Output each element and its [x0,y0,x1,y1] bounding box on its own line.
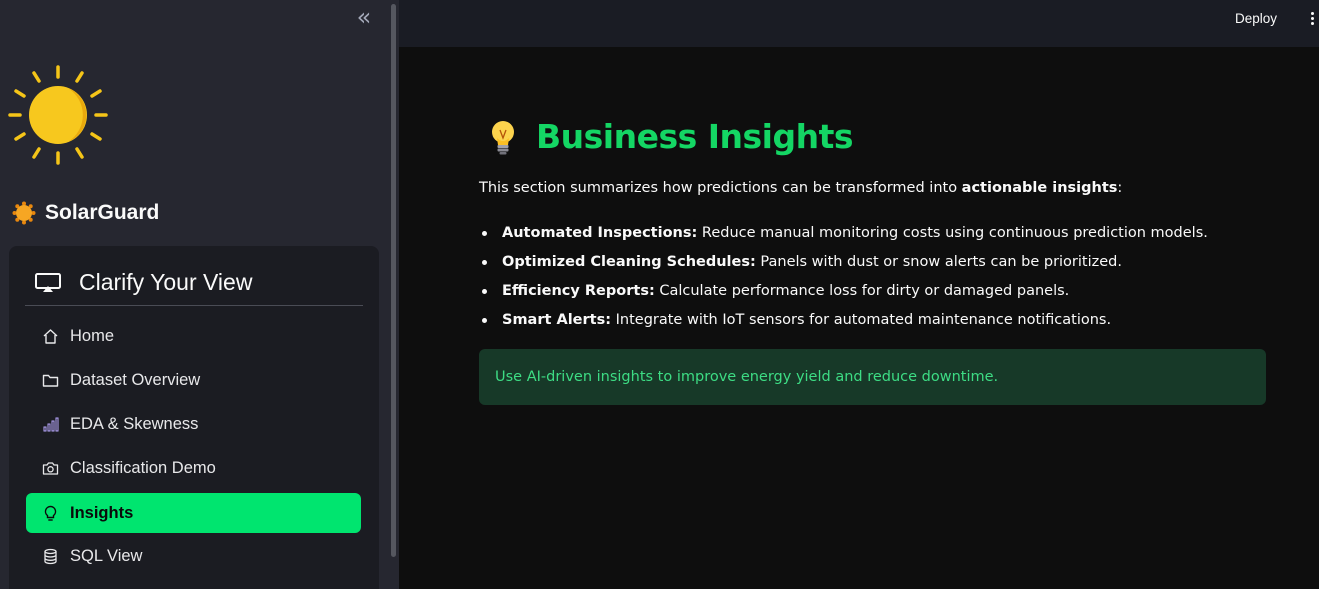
lightbulb-emoji-icon [492,120,514,154]
top-header: Deploy [399,0,1319,47]
list-item-text: Calculate performance loss for dirty or … [654,283,1070,299]
house-icon [41,327,59,345]
intro-text: This section summarizes how predictions … [479,180,1122,196]
sidebar: « SolarGuard Clarify Your View Home Data… [0,0,399,589]
double-chevron-left-icon[interactable]: « [352,5,376,30]
intro-suffix: : [1117,180,1123,196]
intro-bold: actionable insights [961,180,1118,196]
sidebar-item-dataset-overview[interactable]: Dataset Overview [26,360,361,400]
list-item: Optimized Cleaning Schedules: Panels wit… [479,252,1208,281]
sidebar-item-label: SQL View [70,546,143,565]
list-item-heading: Smart Alerts: [502,312,612,328]
sidebar-item-label: EDA & Skewness [70,414,199,433]
page-title-row: Business Insights [486,117,854,156]
success-message: Use AI-driven insights to improve energy… [495,369,999,385]
menu-title: Clarify Your View [79,269,253,295]
sun-emoji-icon [12,201,36,225]
sidebar-item-label: Classification Demo [70,458,216,477]
database-icon [41,547,59,565]
list-item-heading: Efficiency Reports: [502,283,655,299]
brand-name: SolarGuard [45,201,160,224]
list-item-text: Reduce manual monitoring costs using con… [697,225,1208,241]
list-item: Automated Inspections: Reduce manual mon… [479,223,1208,252]
list-item-heading: Automated Inspections: [502,225,698,241]
list-item-text: Integrate with IoT sensors for automated… [611,312,1112,328]
sidebar-item-home[interactable]: Home [26,316,361,356]
list-item-heading: Optimized Cleaning Schedules: [502,254,756,270]
list-item-text: Panels with dust or snow alerts can be p… [755,254,1122,270]
sidebar-item-label: Dataset Overview [70,370,201,389]
list-item: Smart Alerts: Integrate with IoT sensors… [479,310,1208,339]
insights-list: Automated Inspections: Reduce manual mon… [479,223,1208,339]
sidebar-item-eda-skewness[interactable]: EDA & Skewness [26,404,361,444]
success-alert: Use AI-driven insights to improve energy… [479,349,1266,405]
menu-header: Clarify Your View [25,260,363,306]
page-title: Business Insights [536,117,854,156]
camera-icon [41,459,59,477]
navigation-menu: Clarify Your View Home Dataset Overview [9,246,379,589]
sidebar-item-insights[interactable]: Insights [26,493,361,533]
sidebar-item-label: Home [70,326,115,345]
kebab-menu-icon[interactable] [1309,10,1315,28]
sun-icon [8,65,108,165]
sidebar-item-label: Insights [70,503,134,522]
brand: SolarGuard [12,201,159,225]
list-item: Efficiency Reports: Calculate performanc… [479,281,1208,310]
intro-prefix: This section summarizes how predictions … [479,180,962,196]
sidebar-item-sql-view[interactable]: SQL View [26,536,361,576]
main-content: Business Insights This section summarize… [399,47,1319,589]
bar-chart-icon [41,415,59,433]
screen-cast-icon [35,272,61,292]
folder-icon [41,371,59,389]
sidebar-item-classification-demo[interactable]: Classification Demo [26,448,361,488]
deploy-button[interactable]: Deploy [1235,11,1277,26]
sidebar-scrollbar[interactable] [391,4,396,557]
lightbulb-icon [41,504,59,522]
